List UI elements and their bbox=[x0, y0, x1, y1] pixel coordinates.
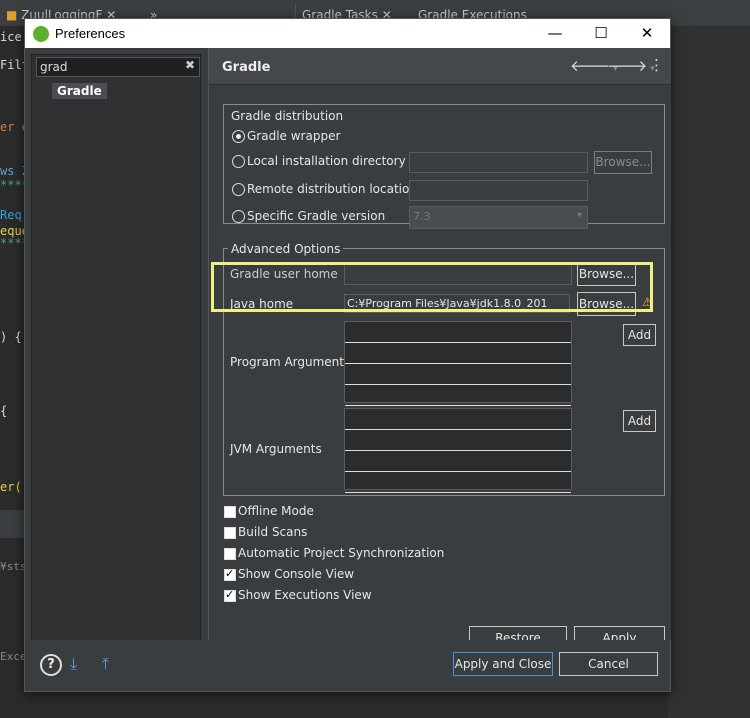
list-row bbox=[345, 472, 571, 493]
page-title: Gradle bbox=[222, 60, 271, 75]
chevron-down-icon: ▾ bbox=[576, 210, 582, 221]
list-row bbox=[345, 385, 571, 406]
auto-sync-label: Automatic Project Synchronization bbox=[238, 546, 445, 560]
radio-remote-distribution[interactable] bbox=[232, 183, 245, 196]
dialog-footer: ? ⤓ ⤒ Apply and Close Cancel bbox=[25, 640, 670, 691]
radio-local-installation-label: Local installation directory bbox=[247, 154, 406, 168]
close-button[interactable]: ✕ bbox=[624, 19, 670, 48]
show-console-view-checkbox[interactable] bbox=[224, 567, 236, 581]
list-row bbox=[345, 430, 571, 451]
eclipse-logo-icon bbox=[33, 26, 49, 42]
radio-remote-distribution-label: Remote distribution location bbox=[247, 182, 417, 196]
radio-specific-version-label: Specific Gradle version bbox=[247, 209, 386, 223]
dialog-title: Preferences bbox=[55, 26, 126, 41]
show-executions-view-label: Show Executions View bbox=[238, 588, 372, 602]
gradle-version-select: 7.3 ▾ bbox=[409, 206, 588, 229]
filter-input[interactable]: grad ✖ bbox=[36, 57, 200, 77]
build-scans-label: Build Scans bbox=[238, 525, 308, 539]
list-row bbox=[345, 451, 571, 472]
forward-arrow-icon[interactable]: 🡒 ▾ bbox=[607, 56, 655, 75]
import-preferences-icon[interactable]: ⤓ bbox=[70, 654, 77, 674]
ide-right-panel bbox=[668, 26, 750, 718]
code-fragment: Req bbox=[0, 208, 22, 222]
list-row bbox=[345, 343, 571, 364]
remote-distribution-field bbox=[409, 180, 588, 201]
gradle-preference-page: Gradle 🡐 ▾ 🡒 ▾ ⋮ Gradle distribution Gra… bbox=[208, 48, 671, 667]
ide-toolbar bbox=[0, 510, 24, 538]
code-fragment: ¥sts bbox=[0, 560, 27, 573]
offline-mode-label: Offline Mode bbox=[238, 504, 314, 518]
list-row bbox=[345, 322, 571, 343]
build-scans-checkbox[interactable] bbox=[224, 527, 236, 539]
java-file-icon: ■ bbox=[6, 8, 22, 22]
program-arguments-list[interactable] bbox=[344, 321, 572, 406]
advanced-options-legend: Advanced Options bbox=[228, 242, 344, 256]
preference-tree-pane: grad ✖ Gradle bbox=[31, 54, 201, 641]
local-browse-button: Browse... bbox=[594, 151, 652, 174]
list-row bbox=[345, 364, 571, 385]
local-installation-field bbox=[409, 152, 588, 173]
help-icon[interactable]: ? bbox=[40, 654, 62, 676]
preferences-dialog: Preferences — ☐ ✕ grad ✖ Gradle Gradle 🡐… bbox=[24, 18, 671, 692]
java-home-highlight bbox=[211, 262, 653, 312]
program-arguments-add-button[interactable]: Add bbox=[623, 324, 656, 346]
clear-filter-icon[interactable]: ✖ bbox=[185, 58, 195, 72]
apply-and-close-button[interactable]: Apply and Close bbox=[453, 652, 553, 676]
tree-item-gradle[interactable]: Gradle bbox=[52, 83, 107, 99]
show-console-view-label: Show Console View bbox=[238, 567, 355, 581]
offline-mode-checkbox[interactable] bbox=[224, 506, 236, 518]
code-fragment: er( bbox=[0, 480, 22, 494]
code-fragment: { bbox=[0, 404, 8, 418]
export-preferences-icon[interactable]: ⤒ bbox=[102, 654, 109, 674]
maximize-button[interactable]: ☐ bbox=[578, 19, 624, 48]
auto-sync-checkbox[interactable] bbox=[224, 548, 236, 560]
jvm-arguments-label: JVM Arguments bbox=[230, 442, 322, 456]
page-header: Gradle 🡐 ▾ 🡒 ▾ ⋮ bbox=[209, 48, 671, 85]
minimize-button[interactable]: — bbox=[532, 19, 578, 48]
code-fragment: Exce bbox=[0, 650, 27, 663]
code-fragment: ) { bbox=[0, 330, 22, 344]
jvm-arguments-list[interactable] bbox=[344, 408, 572, 493]
radio-gradle-wrapper-label: Gradle wrapper bbox=[247, 129, 341, 143]
title-bar: Preferences — ☐ ✕ bbox=[25, 19, 670, 48]
view-menu-icon[interactable]: ⋮ bbox=[649, 56, 664, 74]
show-executions-view-checkbox[interactable] bbox=[224, 588, 236, 602]
list-row bbox=[345, 409, 571, 430]
radio-gradle-wrapper[interactable] bbox=[232, 130, 245, 143]
jvm-arguments-add-button[interactable]: Add bbox=[623, 410, 656, 432]
radio-local-installation[interactable] bbox=[232, 155, 245, 168]
radio-specific-version[interactable] bbox=[232, 210, 245, 223]
program-arguments-label: Program Arguments bbox=[230, 355, 351, 369]
cancel-button[interactable]: Cancel bbox=[559, 652, 658, 676]
gradle-distribution-legend: Gradle distribution bbox=[228, 109, 347, 123]
